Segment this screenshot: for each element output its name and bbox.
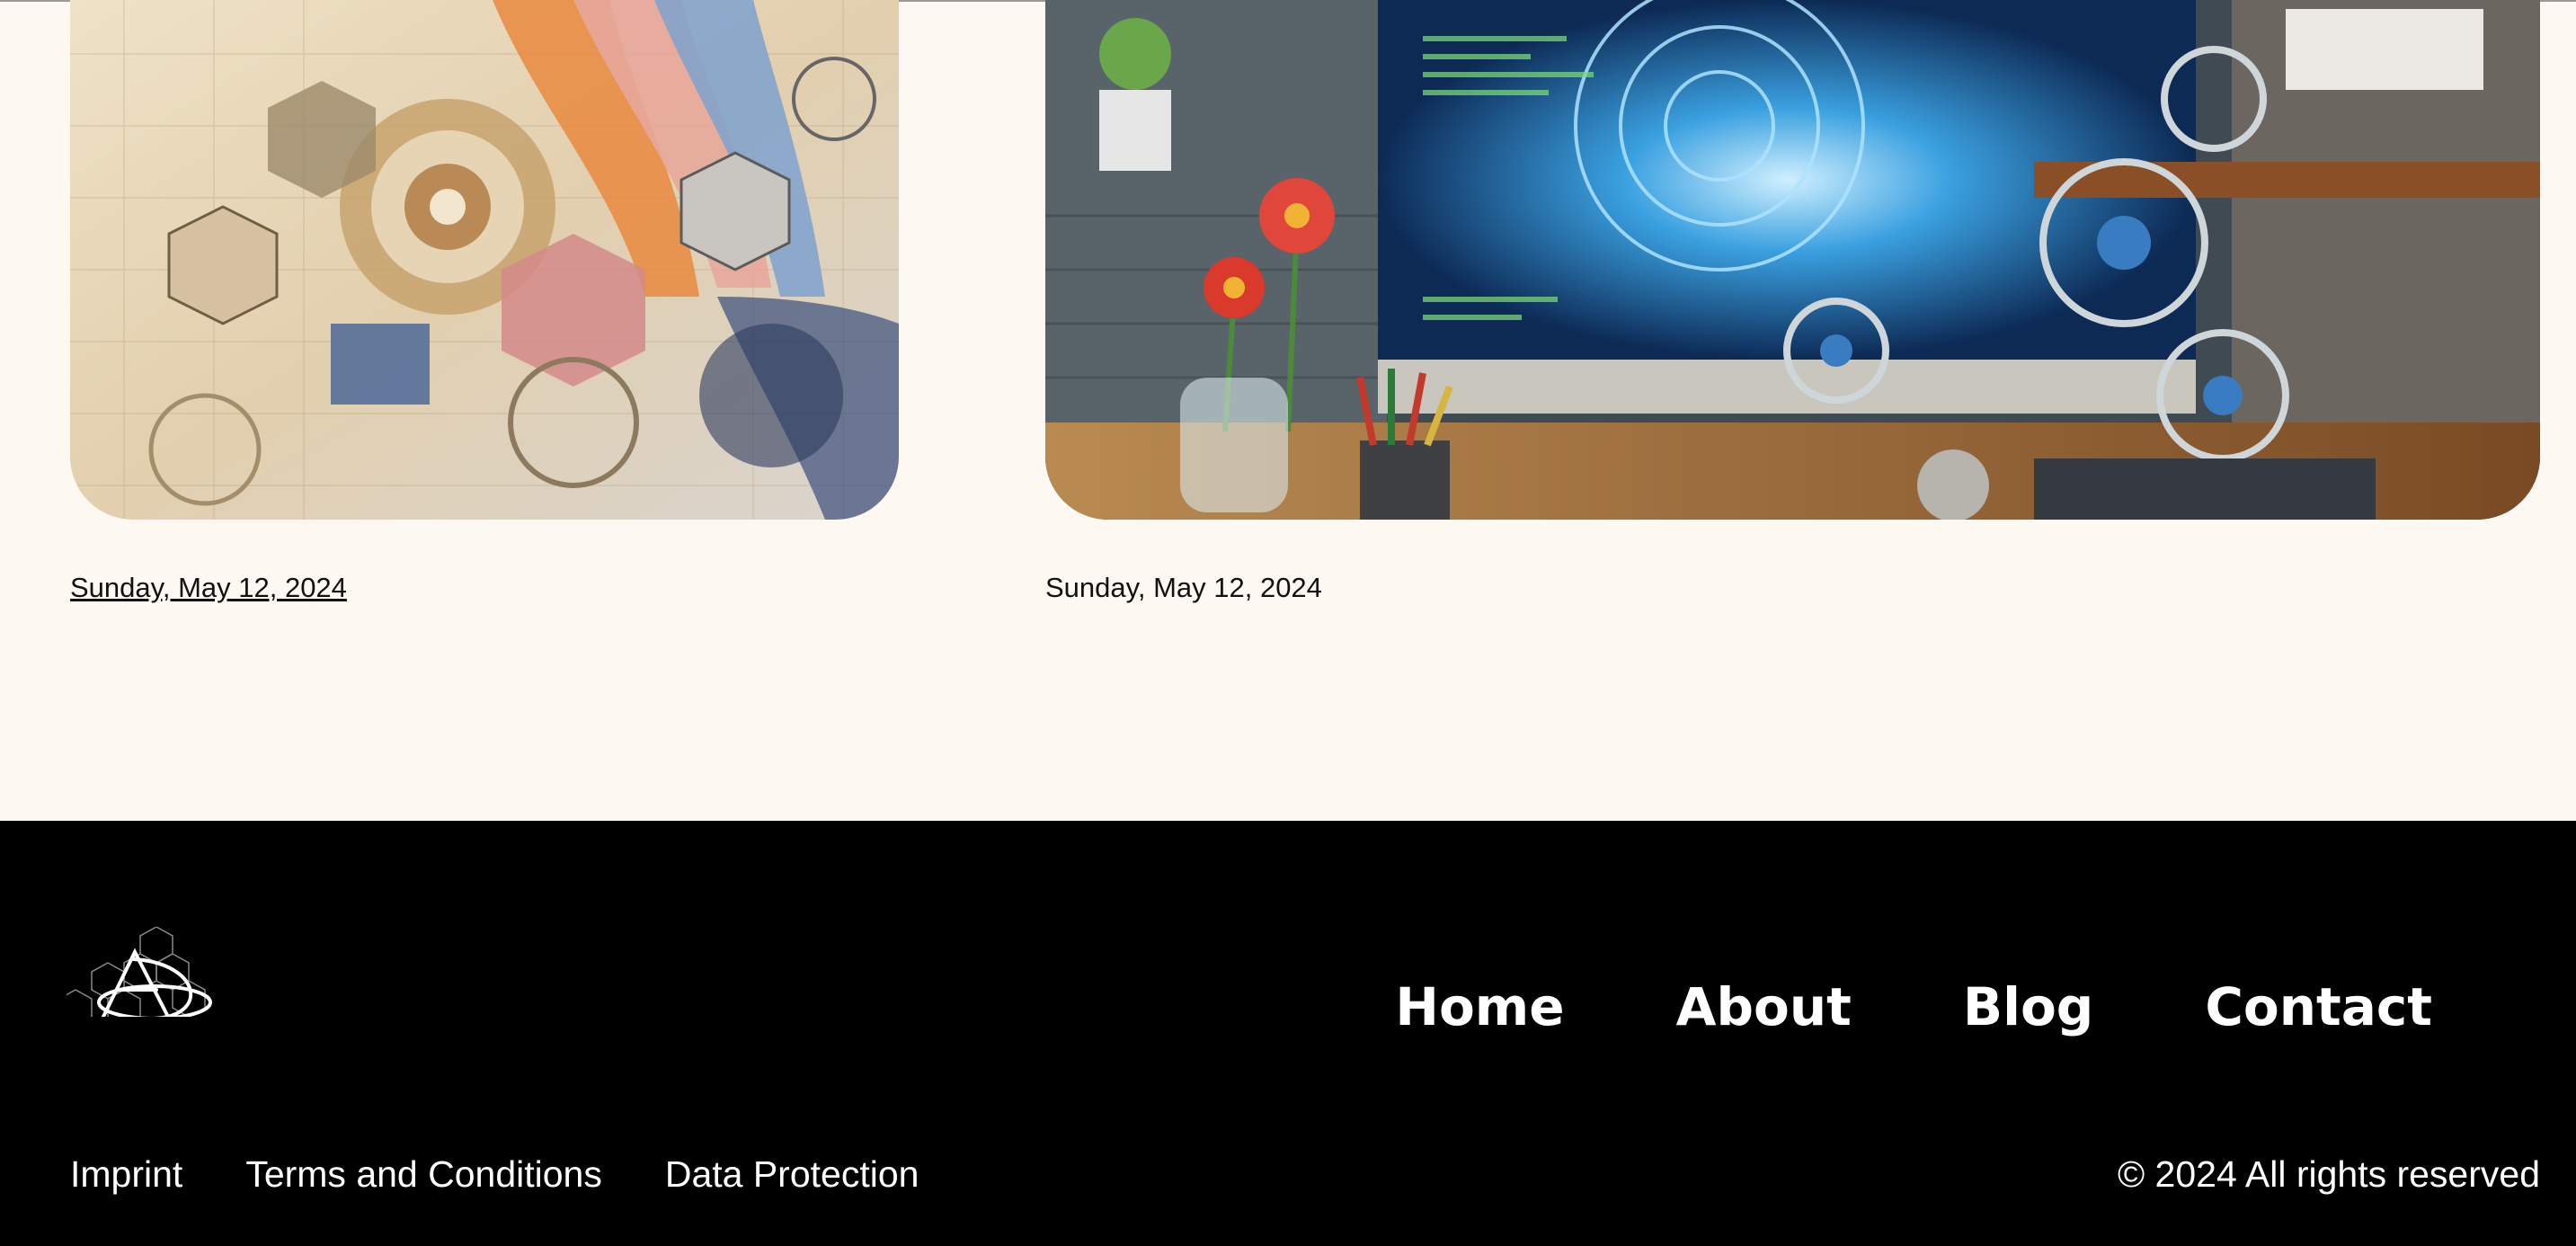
post-image-abstract[interactable] — [70, 0, 899, 520]
site-footer: Home About Blog Contact Imprint Terms an… — [0, 821, 2576, 1246]
hexagon-ad-monogram-logo[interactable] — [67, 927, 216, 1017]
legal-links: Imprint Terms and Conditions Data Protec… — [70, 1152, 919, 1197]
abstract-geometric-artwork-image — [70, 0, 899, 520]
terms-link[interactable]: Terms and Conditions — [245, 1152, 602, 1197]
post-date-link[interactable]: Sunday, May 12, 2024 — [70, 570, 347, 606]
nav-contact-link[interactable]: Contact — [2205, 975, 2432, 1038]
nav-blog-link[interactable]: Blog — [1963, 975, 2093, 1038]
nav-home-link[interactable]: Home — [1395, 975, 1564, 1038]
post-image-tech[interactable] — [1045, 0, 2540, 520]
imprint-link[interactable]: Imprint — [70, 1152, 182, 1197]
copyright-text: © 2024 All rights reserved — [2117, 1153, 2540, 1195]
footer-nav: Home About Blog Contact — [1395, 975, 2432, 1038]
data-protection-link[interactable]: Data Protection — [665, 1152, 919, 1197]
post-date: Sunday, May 12, 2024 — [1045, 572, 1322, 603]
nav-about-link[interactable]: About — [1676, 975, 1852, 1038]
tech-desk-illustration-image — [1045, 0, 2540, 520]
